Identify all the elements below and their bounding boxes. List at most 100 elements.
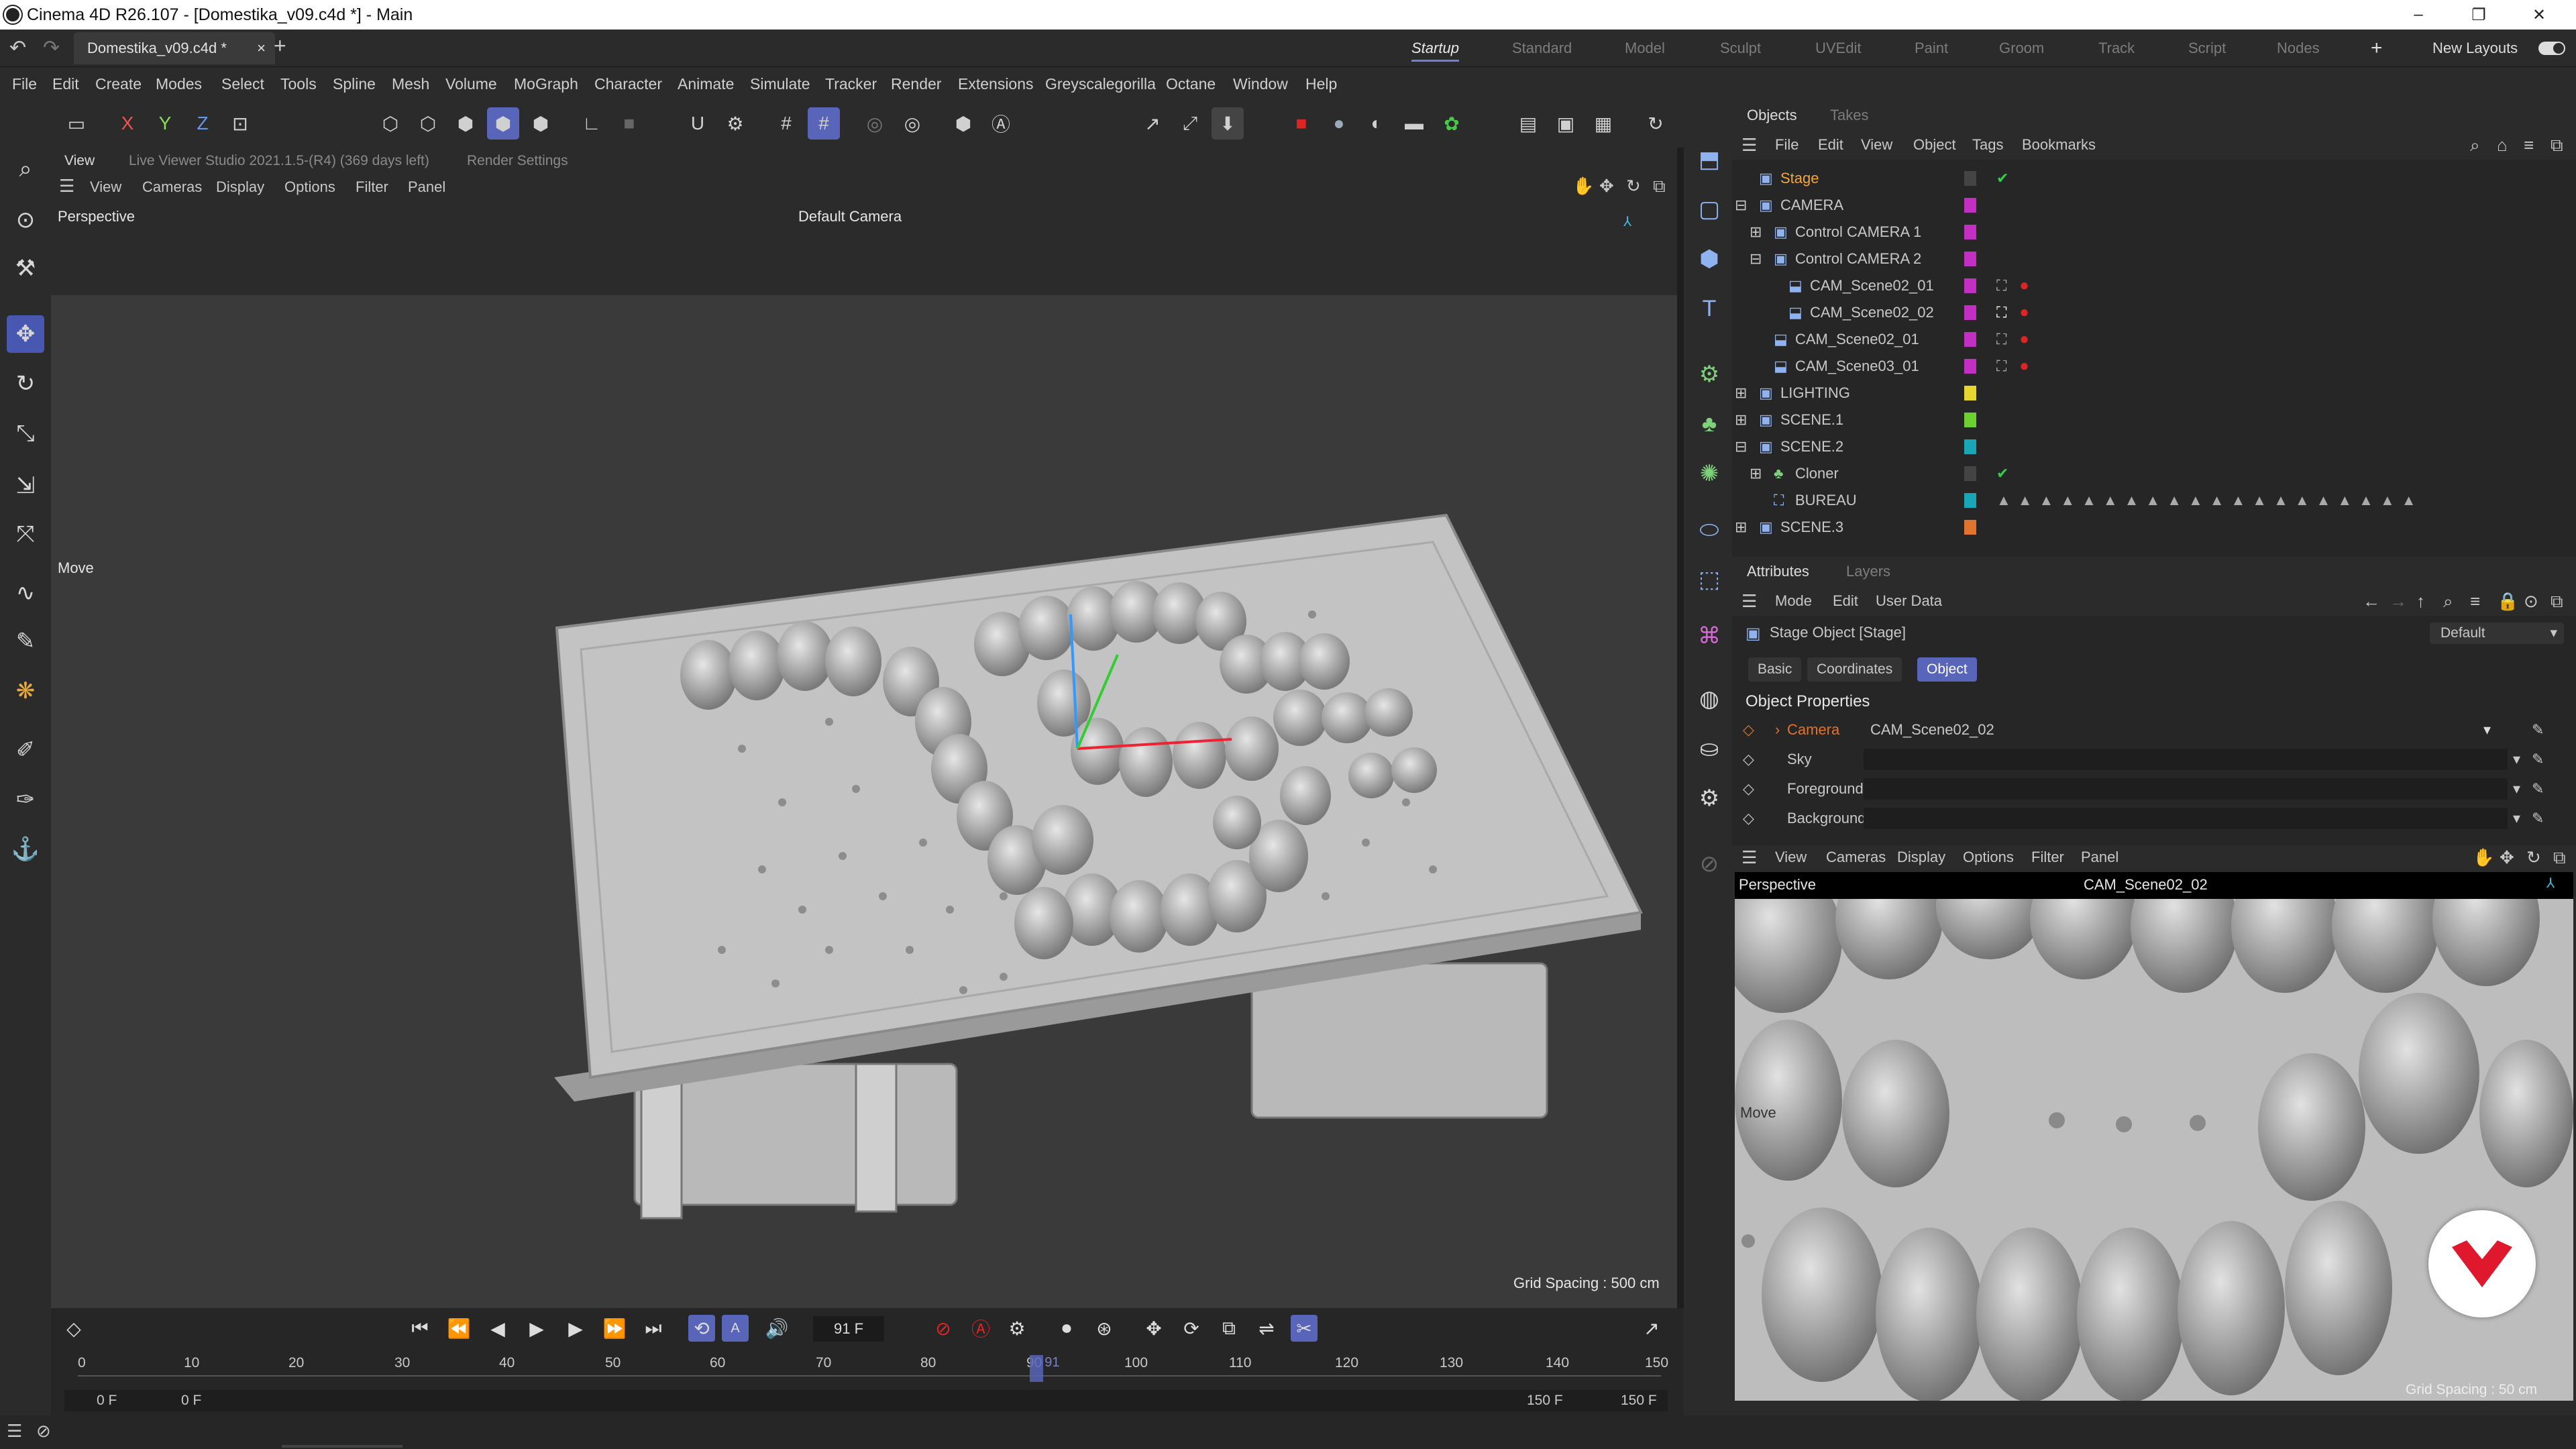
vp2-menu-view[interactable]: View — [1775, 845, 1807, 869]
octane-camera-tag-icon[interactable]: ⏺ — [2021, 326, 2028, 353]
back-arrow-icon[interactable]: ← — [2363, 586, 2380, 616]
vp2-camera-label[interactable]: CAM_Scene02_02 — [2084, 876, 2208, 894]
sound-icon[interactable]: 🔊 — [763, 1315, 790, 1342]
object-row[interactable]: ⊞ ▣ LIGHTING — [1732, 380, 2576, 407]
tab-attributes[interactable]: Attributes — [1747, 557, 1809, 586]
pan-icon[interactable]: ✋ — [2473, 845, 2494, 869]
camera-link-field[interactable]: CAM_Scene02_02 — [1864, 719, 2508, 741]
layer-color-swatch[interactable] — [1964, 198, 1976, 213]
model-mode-icon[interactable]: ⬢ — [487, 107, 519, 140]
layout-sculpt[interactable]: Sculpt — [1720, 35, 1761, 62]
tab-takes[interactable]: Takes — [1830, 101, 1868, 130]
object-row[interactable]: ▣ Stage ✔ — [1732, 165, 2576, 192]
spline-pen-icon[interactable]: ∿ — [7, 574, 44, 612]
layout-standard[interactable]: Standard — [1512, 35, 1572, 62]
tab-objects[interactable]: Objects — [1747, 101, 1797, 130]
object-row[interactable]: ⛶ BUREAU ▲▲▲▲▲▲▲▲▲▲▲▲▲▲▲▲▲▲▲▲ — [1732, 487, 2576, 514]
menu-modes[interactable]: Modes — [156, 67, 202, 101]
layer-color-swatch[interactable] — [1964, 278, 1976, 293]
object-row[interactable]: ⬓ CAM_Scene02_02 ⛶ ⏺ — [1732, 299, 2576, 326]
layout-uvedit[interactable]: UVEdit — [1815, 35, 1861, 62]
object-row[interactable]: ⊞ ▣ Control CAMERA 1 — [1732, 219, 2576, 246]
tag-icon[interactable]: ⚙ — [1690, 780, 1728, 817]
light-icon[interactable]: ⛀ — [1690, 730, 1728, 767]
vp-menu-options[interactable]: Options — [284, 178, 335, 196]
om-new-window-icon[interactable]: ⧉ — [2551, 130, 2563, 160]
spline-sketch-icon[interactable]: ✎ — [7, 623, 44, 660]
menu-help[interactable]: Help — [1305, 67, 1337, 101]
prop-sky-row[interactable]: ◇ Sky ▾ ✎ — [1732, 745, 2576, 774]
background-link-field[interactable] — [1864, 808, 2508, 829]
enabled-check-icon[interactable]: ✔ — [1996, 460, 2008, 487]
om-menu-tags[interactable]: Tags — [1972, 130, 2003, 160]
history-icon[interactable]: ⊙ — [2524, 586, 2538, 616]
vp-menu-display[interactable]: Display — [216, 178, 264, 196]
clapper-icon[interactable]: ▤ — [1512, 107, 1544, 140]
deformer-icon[interactable]: ⬭ — [1690, 511, 1728, 549]
expand-icon[interactable]: ⊟ — [1735, 192, 1747, 219]
menu-volume[interactable]: Volume — [445, 67, 497, 101]
pick-icon[interactable]: ✎ — [2532, 745, 2544, 774]
octane-area-light-icon[interactable]: ▬ — [1398, 107, 1430, 140]
vp-menu-panel[interactable]: Panel — [408, 178, 445, 196]
chevron-down-icon[interactable]: ▾ — [2483, 715, 2491, 745]
tools-settings-icon[interactable]: ⚒ — [7, 250, 44, 287]
layout-startup[interactable]: Startup — [1411, 35, 1459, 62]
forward-arrow-icon[interactable]: → — [2390, 586, 2407, 616]
key-pla-icon[interactable]: ⧉ — [1216, 1315, 1242, 1342]
menu-greyscalegorilla[interactable]: Greyscalegorilla — [1045, 67, 1156, 101]
live-viewer-tab[interactable]: Live Viewer Studio 2021.1.5-(R4) (369 da… — [129, 153, 429, 169]
magnifier-icon[interactable]: ⌕ — [7, 150, 44, 188]
picture-viewer-icon[interactable]: ⤢ — [1174, 107, 1206, 140]
om-hamburger-icon[interactable]: ☰ — [1741, 130, 1757, 160]
vp-menu-view[interactable]: View — [90, 178, 121, 196]
effector-icon[interactable]: ✺ — [1690, 455, 1728, 492]
document-tab[interactable]: Domestika_v09.c4d * × — [74, 32, 275, 64]
layer-color-swatch[interactable] — [1964, 359, 1976, 374]
pan-icon[interactable]: ✋ — [1572, 176, 1594, 197]
prop-camera-row[interactable]: ◇ › Camera CAM_Scene02_02 ▾ ✎ — [1732, 715, 2576, 745]
render-settings-icon[interactable]: ▦ — [1587, 107, 1619, 140]
rotate-view-icon[interactable]: ↻ — [1626, 176, 1641, 197]
am-menu-edit[interactable]: Edit — [1833, 586, 1858, 616]
axis-mode-icon[interactable]: ∟ — [576, 107, 608, 140]
maximize-button[interactable]: ❐ — [2449, 0, 2509, 30]
vp2-menu-display[interactable]: Display — [1897, 845, 1945, 869]
layer-color-swatch[interactable] — [1964, 493, 1976, 508]
move-tool-icon[interactable]: ✥ — [7, 315, 44, 353]
scene-icon[interactable]: ⌘ — [1690, 617, 1728, 655]
cube-icon[interactable]: ▢ — [1690, 191, 1728, 228]
menu-extensions[interactable]: Extensions — [958, 67, 1034, 101]
guide-tool-icon[interactable]: ⚓ — [7, 830, 44, 868]
octane-camera-tag-icon[interactable]: ⏺ — [2021, 299, 2028, 326]
vp2-menu-cameras[interactable]: Cameras — [1826, 845, 1886, 869]
object-row[interactable]: ⬓ CAM_Scene02_01 ⛶ ⏺ — [1732, 272, 2576, 299]
render-view-icon[interactable]: ▭ — [60, 107, 93, 140]
target-tag-icon[interactable]: ⛶ — [1996, 326, 2006, 353]
octane-record-icon[interactable]: ■ — [1285, 107, 1318, 140]
am-search-icon[interactable]: ⌕ — [2443, 586, 2453, 616]
layer-color-swatch[interactable] — [1964, 252, 1976, 266]
vp2-menu-filter[interactable]: Filter — [2031, 845, 2064, 869]
am-hamburger-icon[interactable]: ☰ — [1741, 586, 1757, 616]
am-filter-icon[interactable]: ≡ — [2470, 586, 2480, 616]
keyframe-diamond-icon[interactable]: ◇ — [1743, 715, 1754, 745]
primitive-cube-icon[interactable]: ⬢ — [1690, 240, 1728, 278]
previous-frame-icon[interactable]: ◀ — [484, 1315, 511, 1342]
current-frame-field[interactable]: 91 F — [813, 1316, 884, 1342]
edges-mode-icon[interactable]: ⬡ — [412, 107, 444, 140]
minimize-button[interactable]: – — [2388, 0, 2449, 30]
new-layouts-button[interactable]: New Layouts — [2432, 35, 2518, 62]
visibility-toggle[interactable] — [1964, 466, 1976, 481]
menu-mesh[interactable]: Mesh — [392, 67, 429, 101]
layout-track[interactable]: Track — [2098, 35, 2135, 62]
vp-menu-filter[interactable]: Filter — [356, 178, 388, 196]
object-row[interactable]: ⬓ CAM_Scene03_01 ⛶ ⏺ — [1732, 353, 2576, 380]
frame-range-bar[interactable]: 0 F 0 F 150 F 150 F — [64, 1390, 1668, 1411]
sky-link-field[interactable] — [1864, 749, 2508, 770]
render-active-icon[interactable]: Ⓐ — [985, 107, 1017, 140]
om-home-icon[interactable]: ⌂ — [2497, 130, 2508, 160]
target-tag-icon[interactable]: ⛶ — [1996, 272, 2006, 299]
add-layout-icon[interactable]: + — [2371, 35, 2383, 62]
menu-file[interactable]: File — [12, 67, 37, 101]
